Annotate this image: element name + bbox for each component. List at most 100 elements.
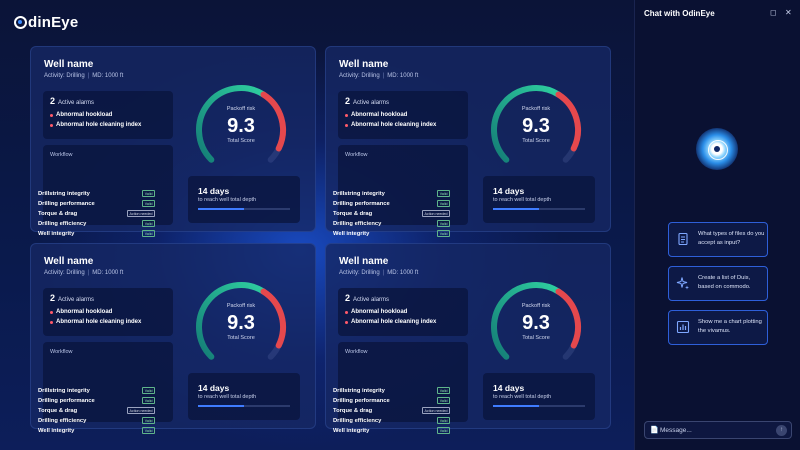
gauge-subtitle: Total Score [227, 138, 255, 144]
status-badge: Valid [142, 230, 155, 237]
document-icon [676, 232, 690, 246]
suggestion-card-chart[interactable]: Show me a chart plotting the vivamus. [668, 310, 768, 345]
attach-icon[interactable]: 📄 [650, 426, 659, 434]
days-value: 14 days [493, 186, 525, 196]
well-card[interactable]: Well name Activity: Drilling | MD: 1000 ft… [325, 46, 611, 237]
send-icon[interactable]: ↑ [776, 425, 787, 436]
status-badge: Valid [142, 387, 155, 394]
alarm-count: 2 [50, 96, 56, 106]
days-progress-bar [198, 208, 290, 210]
workflow-name: Drilling efficiency [38, 220, 87, 227]
dashboard-area: dinEye Well name Activity: Drilling | MD: … [0, 0, 634, 450]
days-progress-fill [493, 208, 539, 210]
workflow-row: Drilling efficiency Valid [333, 417, 450, 424]
suggestion-card-files[interactable]: What types of files do you accept as inp… [668, 222, 768, 257]
bar-chart-icon [676, 320, 690, 334]
gauge-subtitle: Total Score [227, 335, 255, 341]
alarm-count: 2 [345, 96, 351, 106]
well-name: Well name [44, 59, 94, 70]
well-name: Well name [339, 59, 389, 70]
days-progress-fill [493, 405, 539, 407]
alarms-label: Active alarms [353, 297, 390, 303]
workflow-row: Drilling performance Valid [333, 397, 450, 404]
alarm-item: Abnormal hole cleaning index [345, 122, 436, 128]
odineye-logo: dinEye [14, 14, 78, 31]
status-badge: Valid [437, 220, 450, 227]
alarm-item: Abnormal hookload [345, 112, 407, 118]
workflow-name: Drilling performance [333, 397, 390, 404]
days-progress-fill [198, 405, 244, 407]
alarm-item: Abnormal hole cleaning index [50, 122, 141, 128]
md-label: MD: 1000 ft [92, 270, 124, 276]
workflow-row: Well integrity Valid [38, 230, 155, 237]
alarms-label: Active alarms [58, 297, 95, 303]
alarms-header: 2 Active alarms [50, 96, 94, 106]
workflow-row: Torque & drag Action needed [38, 407, 155, 414]
status-badge: Valid [437, 427, 450, 434]
alarm-text: Abnormal hookload [56, 112, 113, 118]
alarm-text: Abnormal hookload [56, 309, 113, 315]
logo-eye-icon [14, 16, 27, 29]
alarms-header: 2 Active alarms [345, 96, 389, 106]
status-badge: Action needed [127, 407, 155, 414]
status-badge: Valid [142, 427, 155, 434]
alarm-dot-icon [345, 113, 348, 117]
workflow-row: Torque & drag Action needed [38, 210, 155, 217]
days-subtitle: to reach well total depth [198, 394, 257, 400]
well-card[interactable]: Well name Activity: Drilling | MD: 1000 ft… [30, 243, 316, 434]
gauge-label: Packoff risk [521, 303, 551, 309]
status-badge: Valid [437, 190, 450, 197]
message-box: 📄 ↑ [644, 421, 792, 439]
status-badge: Valid [437, 417, 450, 424]
alarm-dot-icon [345, 310, 348, 314]
workflow-title: Workflow [345, 349, 368, 355]
well-card[interactable]: Well name Activity: Drilling | MD: 1000 ft… [325, 243, 611, 434]
activity-label: Activity: Drilling [44, 270, 85, 276]
suggestion-card-list[interactable]: Create a list of Duis, based on commodo. [668, 266, 768, 301]
alarm-item: Abnormal hookload [50, 309, 112, 315]
workflow-row: Well integrity Valid [333, 427, 450, 434]
well-name: Well name [44, 256, 94, 267]
sparkle-icon [676, 276, 690, 290]
alarm-text: Abnormal hole cleaning index [351, 122, 437, 128]
workflow-name: Drilling efficiency [333, 417, 382, 424]
alarm-dot-icon [50, 310, 53, 314]
chat-title: Chat with OdinEye [644, 9, 715, 18]
alarm-count: 2 [345, 293, 351, 303]
workflow-name: Drillstring integrity [38, 190, 90, 197]
days-value: 14 days [198, 383, 230, 393]
status-badge: Action needed [422, 407, 450, 414]
status-badge: Valid [437, 200, 450, 207]
days-value: 14 days [198, 186, 230, 196]
well-meta: Activity: Drilling | MD: 1000 ft [44, 73, 124, 79]
message-input[interactable] [660, 425, 770, 436]
status-badge: Valid [142, 190, 155, 197]
workflow-name: Torque & drag [38, 210, 78, 217]
alarm-item: Abnormal hookload [50, 112, 112, 118]
workflow-name: Drilling efficiency [38, 417, 87, 424]
expand-icon[interactable]: ◻ [770, 8, 777, 17]
workflow-row: Drillstring integrity Valid [38, 190, 155, 197]
alarm-dot-icon [345, 320, 348, 324]
workflow-row: Drilling performance Valid [333, 200, 450, 207]
days-progress-bar [198, 405, 290, 407]
alarm-item: Abnormal hole cleaning index [50, 319, 141, 325]
suggestion-text: Show me a chart plotting the vivamus. [698, 319, 762, 334]
gauge-subtitle: Total Score [522, 138, 550, 144]
close-icon[interactable]: ✕ [785, 8, 792, 17]
gauge-score: 9.3 [227, 115, 255, 137]
workflow-row: Drilling performance Valid [38, 200, 155, 207]
status-badge: Valid [437, 230, 450, 237]
well-meta: Activity: Drilling | MD: 1000 ft [44, 270, 124, 276]
alarms-label: Active alarms [58, 100, 95, 106]
alarm-text: Abnormal hole cleaning index [351, 319, 437, 325]
workflow-row: Drillstring integrity Valid [38, 387, 155, 394]
workflow-row: Drilling efficiency Valid [38, 220, 155, 227]
status-badge: Valid [142, 220, 155, 227]
workflow-name: Torque & drag [333, 407, 373, 414]
well-meta: Activity: Drilling | MD: 1000 ft [339, 270, 419, 276]
alarm-text: Abnormal hookload [351, 309, 408, 315]
suggestion-text: What types of files do you accept as inp… [698, 231, 765, 246]
workflow-title: Workflow [345, 152, 368, 158]
well-card[interactable]: Well name Activity: Drilling | MD: 1000 ft… [30, 46, 316, 237]
